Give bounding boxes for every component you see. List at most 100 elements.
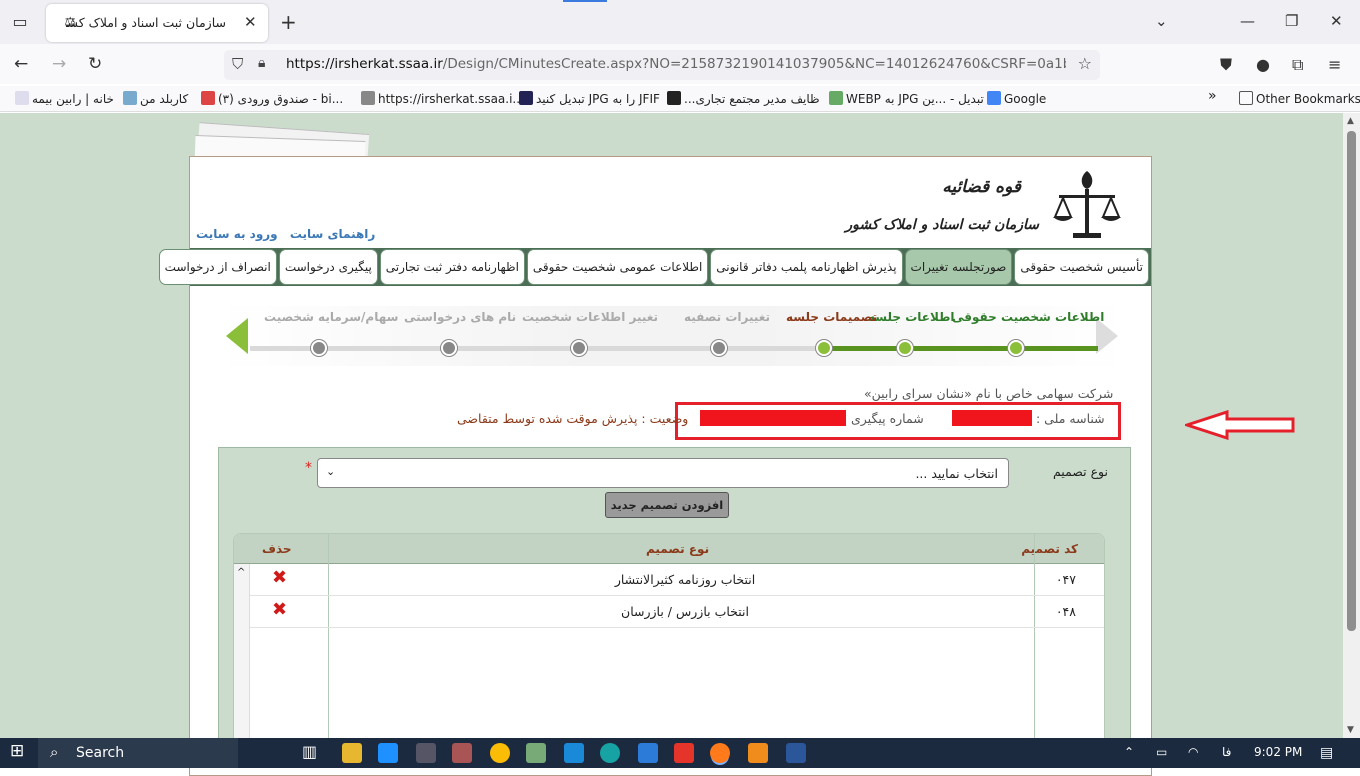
- browser-tab[interactable]: ⚖ سازمان ثبت اسناد و املاک کشور ✕: [46, 4, 268, 42]
- site-guide-link[interactable]: راهنمای سایت: [290, 227, 375, 241]
- taskbar: ⊞ ⌕ Search ▥ ⌃ ▭ ◠ فا 9:02 PM ▤: [0, 738, 1360, 768]
- language-indicator[interactable]: فا: [1222, 745, 1231, 759]
- shield-icon[interactable]: ⛉: [232, 55, 243, 73]
- scroll-thumb[interactable]: [1347, 131, 1356, 631]
- wizard-progress: [826, 346, 1098, 351]
- scroll-down-icon[interactable]: ▼: [1347, 725, 1354, 735]
- app-icon[interactable]: [748, 743, 768, 763]
- box-icon: [667, 91, 681, 105]
- scroll-up-icon[interactable]: ^: [237, 567, 245, 578]
- forward-icon[interactable]: →: [52, 54, 66, 74]
- app-icon[interactable]: [638, 743, 658, 763]
- reload-icon[interactable]: ↻: [88, 54, 102, 74]
- step-label[interactable]: تغییرات تصفیه: [684, 310, 770, 324]
- back-icon[interactable]: ←: [14, 54, 28, 74]
- other-bookmarks[interactable]: Other Bookmarks: [1236, 91, 1360, 106]
- step-label[interactable]: اطلاعات جلسه: [868, 310, 955, 324]
- site-icon: [361, 91, 375, 105]
- lock-icon[interactable]: 🔒︎: [258, 55, 265, 71]
- menu-item-minutes[interactable]: صورتجلسه تغییرات: [904, 249, 1013, 285]
- wifi-icon[interactable]: ◠: [1188, 745, 1198, 759]
- bookmark-item[interactable]: خانه | رابین بیمه: [12, 91, 114, 106]
- delete-icon[interactable]: ✖: [272, 599, 287, 620]
- tracking-label: شماره پیگیری: [851, 411, 924, 426]
- bookmark-item[interactable]: تبدیل کنید JPG را به JFIF: [516, 91, 660, 106]
- maximize-icon[interactable]: ❐: [1285, 12, 1298, 30]
- step-current-icon: [816, 340, 832, 356]
- step-pending-icon: [571, 340, 587, 356]
- app-icon[interactable]: [674, 743, 694, 763]
- menu-item-seal[interactable]: پذیرش اظهارنامه پلمب دفاتر قانونی: [710, 249, 903, 285]
- menu-item-cancel[interactable]: انصراف از درخواست: [158, 249, 277, 285]
- close-tab-icon[interactable]: ✕: [244, 13, 257, 31]
- step-label[interactable]: سهام/سرمایه شخصیت: [264, 310, 398, 324]
- bookmark-star-icon[interactable]: ☆: [1078, 54, 1092, 73]
- app-icon[interactable]: [416, 743, 436, 763]
- chevron-more-icon[interactable]: »: [1208, 88, 1217, 104]
- battery-icon[interactable]: ▭: [1156, 745, 1167, 759]
- word-icon[interactable]: [786, 743, 806, 763]
- converter-icon: [519, 91, 533, 105]
- header-delete: حذف: [262, 542, 292, 556]
- page-scrollbar[interactable]: ▲ ▼: [1343, 113, 1360, 738]
- edge-icon[interactable]: [600, 743, 620, 763]
- chrome-icon[interactable]: [490, 743, 510, 763]
- menu-item-establish[interactable]: تأسیس شخصیت حقوقی: [1014, 249, 1149, 285]
- decisions-panel: نوع تصمیم * انتخاب نمایید ... ⌄ افزودن ت…: [218, 447, 1131, 753]
- row-code: ۰۴۷: [1055, 572, 1076, 587]
- step-label[interactable]: نام های درخواستی: [404, 310, 516, 324]
- bookmark-item[interactable]: ...ظایف مدیر مجتمع تجاری: [664, 91, 820, 106]
- tab-list-icon[interactable]: ▭: [10, 12, 30, 32]
- close-window-icon[interactable]: ✕: [1330, 12, 1343, 30]
- menu-item-trade-register[interactable]: اظهارنامه دفتر ثبت تجارتی: [379, 249, 525, 285]
- bookmark-item[interactable]: (۳) صندوق ورودی - bi...: [198, 91, 343, 106]
- step-done-icon: [897, 340, 913, 356]
- app-icon[interactable]: [526, 743, 546, 763]
- tab-accent: [563, 0, 607, 2]
- pocket-icon[interactable]: ⛊: [1220, 55, 1232, 75]
- bookmark-item[interactable]: WEBP به JPG تبدیل - ...ین: [826, 91, 984, 106]
- bookmark-item[interactable]: Google: [984, 91, 1046, 106]
- bookmark-item[interactable]: کاربلد من: [120, 91, 188, 106]
- menu-item-public-info[interactable]: اطلاعات عمومی شخصیت حقوقی: [526, 249, 709, 285]
- add-decision-button[interactable]: افزودن تصمیم جدید: [605, 492, 729, 518]
- step-label[interactable]: اطلاعات شخصیت حقوقی: [952, 310, 1104, 324]
- taskbar-search[interactable]: ⌕ Search: [38, 738, 238, 768]
- app-icon[interactable]: [564, 743, 584, 763]
- clock[interactable]: 9:02 PM: [1254, 745, 1302, 759]
- windows-start-icon[interactable]: ⊞: [10, 741, 24, 761]
- step-pending-icon: [441, 340, 457, 356]
- select-value: انتخاب نمایید ...: [915, 466, 998, 481]
- next-arrow-icon[interactable]: [226, 318, 248, 354]
- app-icon[interactable]: [452, 743, 472, 763]
- gmail-icon: [201, 91, 215, 105]
- scroll-up-icon[interactable]: ▲: [1347, 116, 1354, 126]
- bookmark-item[interactable]: https://irsherkat.ssaa.i...: [358, 91, 524, 106]
- menu-icon[interactable]: ≡: [1328, 55, 1341, 74]
- extensions-icon[interactable]: ⧉: [1292, 55, 1303, 75]
- judiciary-title: قوه قضائیه: [942, 177, 1021, 197]
- task-view-icon[interactable]: ▥: [302, 742, 317, 761]
- delete-icon[interactable]: ✖: [272, 567, 287, 588]
- step-label[interactable]: تصمیمات جلسه: [786, 310, 877, 324]
- account-icon[interactable]: ●: [1256, 55, 1270, 74]
- notifications-icon[interactable]: ▤: [1320, 745, 1333, 761]
- table-scrollbar[interactable]: ^: [234, 564, 250, 752]
- login-link[interactable]: ورود به سایت: [196, 227, 278, 241]
- minimize-icon[interactable]: —: [1240, 12, 1255, 30]
- address-bar[interactable]: ⛉ 🔒︎ https://irsherkat.ssaa.ir/Design/CM…: [224, 50, 1100, 80]
- decision-type-select[interactable]: انتخاب نمایید ... ⌄: [317, 458, 1009, 488]
- new-tab-icon[interactable]: +: [280, 10, 297, 34]
- company-name: شرکت سهامی خاص با نام «نشان سرای رابین»: [864, 386, 1114, 401]
- menu-item-track[interactable]: پیگیری درخواست: [278, 249, 378, 285]
- tabs-dropdown-icon[interactable]: ⌄: [1155, 12, 1168, 30]
- step-label[interactable]: تغییر اطلاعات شخصیت: [522, 310, 658, 324]
- firefox-icon[interactable]: [710, 743, 730, 763]
- header-logo: قوه قضائیه سازمان ثبت اسناد و املاک کشور: [845, 165, 1131, 245]
- url-text[interactable]: https://irsherkat.ssaa.ir/Design/CMinute…: [286, 56, 1066, 72]
- tray-chevron-icon[interactable]: ⌃: [1124, 745, 1134, 759]
- row-type: انتخاب روزنامه کثیرالانتشار: [614, 572, 756, 587]
- file-explorer-icon[interactable]: [342, 743, 362, 763]
- edge-legacy-icon[interactable]: [378, 743, 398, 763]
- google-icon: [987, 91, 1001, 105]
